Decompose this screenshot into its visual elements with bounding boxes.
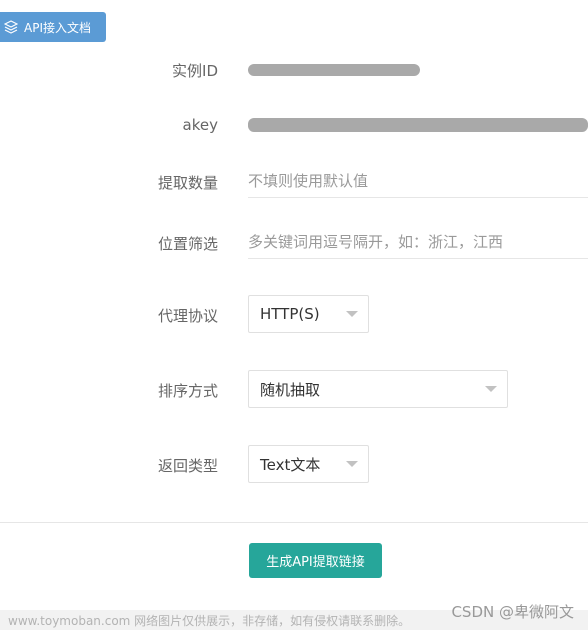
sort-label: 排序方式 bbox=[157, 382, 218, 400]
watermark-left: www.toymoban.com 网络图片仅供展示，非存储，如有侵权请联系删除。 bbox=[8, 614, 411, 628]
return-type-label: 返回类型 bbox=[157, 457, 218, 475]
count-row: 提取数量 bbox=[0, 164, 588, 198]
protocol-label: 代理协议 bbox=[157, 307, 218, 325]
instance-id-row: 实例ID bbox=[0, 58, 588, 82]
instance-id-label: 实例ID bbox=[172, 62, 218, 80]
chevron-down-icon bbox=[485, 386, 497, 392]
api-doc-label: API接入文档 bbox=[24, 20, 91, 35]
chevron-down-icon bbox=[346, 461, 358, 467]
count-label: 提取数量 bbox=[157, 174, 218, 192]
divider bbox=[0, 522, 588, 523]
akey-row: akey bbox=[0, 114, 588, 138]
protocol-value: HTTP(S) bbox=[260, 305, 320, 323]
generate-api-link-button[interactable]: 生成API提取链接 bbox=[249, 543, 382, 578]
instance-id-redacted-value bbox=[248, 64, 420, 76]
akey-redacted-value bbox=[248, 118, 588, 132]
api-doc-button[interactable]: API接入文档 bbox=[0, 12, 106, 42]
sort-select[interactable]: 随机抽取 bbox=[248, 370, 508, 408]
return-type-select[interactable]: Text文本 bbox=[248, 445, 369, 483]
layers-icon bbox=[4, 20, 18, 34]
count-input[interactable] bbox=[248, 164, 588, 198]
akey-label: akey bbox=[182, 116, 218, 134]
return-type-value: Text文本 bbox=[260, 455, 321, 474]
protocol-select[interactable]: HTTP(S) bbox=[248, 295, 369, 333]
location-label: 位置筛选 bbox=[157, 235, 218, 253]
return-type-row: 返回类型 Text文本 bbox=[0, 445, 588, 483]
location-input[interactable] bbox=[248, 225, 588, 259]
location-row: 位置筛选 bbox=[0, 225, 588, 259]
watermark-right: CSDN @卑微阿文 bbox=[451, 603, 574, 621]
sort-row: 排序方式 随机抽取 bbox=[0, 370, 588, 408]
sort-value: 随机抽取 bbox=[260, 380, 321, 399]
protocol-row: 代理协议 HTTP(S) bbox=[0, 295, 588, 333]
chevron-down-icon bbox=[346, 311, 358, 317]
